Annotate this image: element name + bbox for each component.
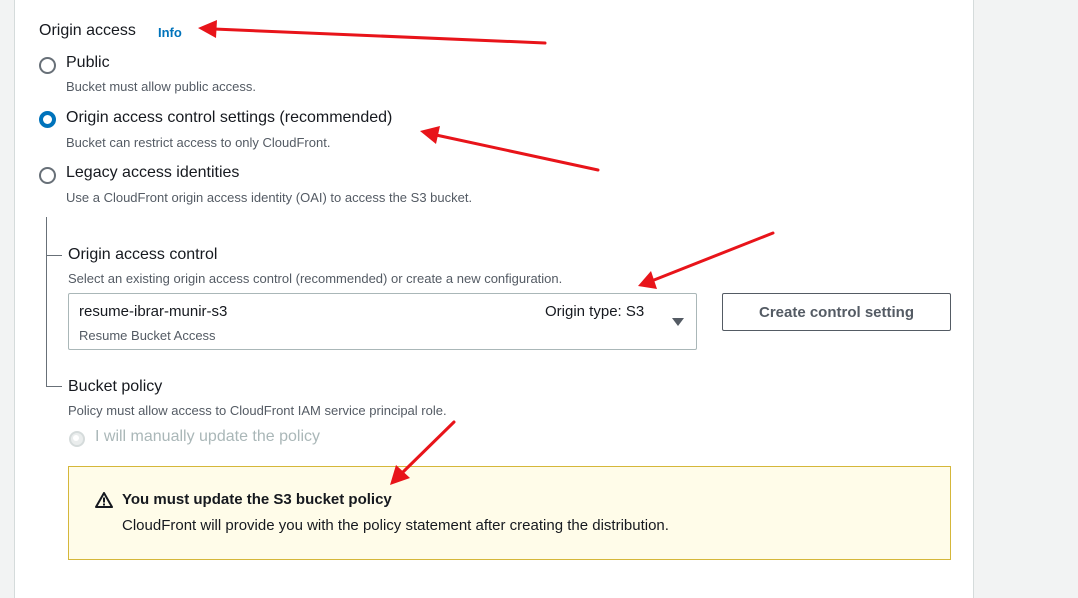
radio-public[interactable] <box>39 57 56 74</box>
tree-connector-oac <box>46 255 62 256</box>
origin-access-control-description: Select an existing origin access control… <box>68 271 563 286</box>
option-public-label[interactable]: Public <box>66 54 110 72</box>
select-value: resume-ibrar-munir-s3 <box>79 303 228 320</box>
bucket-policy-description: Policy must allow access to CloudFront I… <box>68 403 447 418</box>
manual-policy-update-label: I will manually update the policy <box>95 428 321 445</box>
tree-connector-vertical <box>46 217 47 386</box>
option-oac-description: Bucket can restrict access to only Cloud… <box>66 135 331 150</box>
origin-access-control-select[interactable]: resume-ibrar-munir-s3 Resume Bucket Acce… <box>68 293 697 350</box>
alert-title: You must update the S3 bucket policy <box>122 491 392 508</box>
select-origin-type: Origin type: S3 <box>545 303 645 320</box>
radio-origin-access-control[interactable] <box>39 111 56 128</box>
radio-manual-policy-update <box>69 431 85 447</box>
origin-access-control-title: Origin access control <box>68 246 218 263</box>
option-oac-label[interactable]: Origin access control settings (recommen… <box>66 109 392 127</box>
select-subtext: Resume Bucket Access <box>79 328 216 343</box>
create-control-setting-button[interactable]: Create control setting <box>722 293 951 331</box>
option-public-description: Bucket must allow public access. <box>66 79 257 94</box>
origin-access-info-link[interactable]: Info <box>158 25 182 40</box>
bucket-policy-title: Bucket policy <box>68 378 163 395</box>
tree-connector-bucket-policy <box>46 386 62 387</box>
origin-access-title: Origin access <box>39 22 136 39</box>
caret-down-icon <box>672 318 684 326</box>
radio-legacy-access-identities[interactable] <box>39 167 56 184</box>
option-legacy-label[interactable]: Legacy access identities <box>66 164 239 182</box>
alert-body: CloudFront will provide you with the pol… <box>122 517 669 534</box>
warning-icon <box>95 492 113 508</box>
option-legacy-description: Use a CloudFront origin access identity … <box>66 190 473 205</box>
warning-alert: You must update the S3 bucket policy Clo… <box>68 466 951 560</box>
